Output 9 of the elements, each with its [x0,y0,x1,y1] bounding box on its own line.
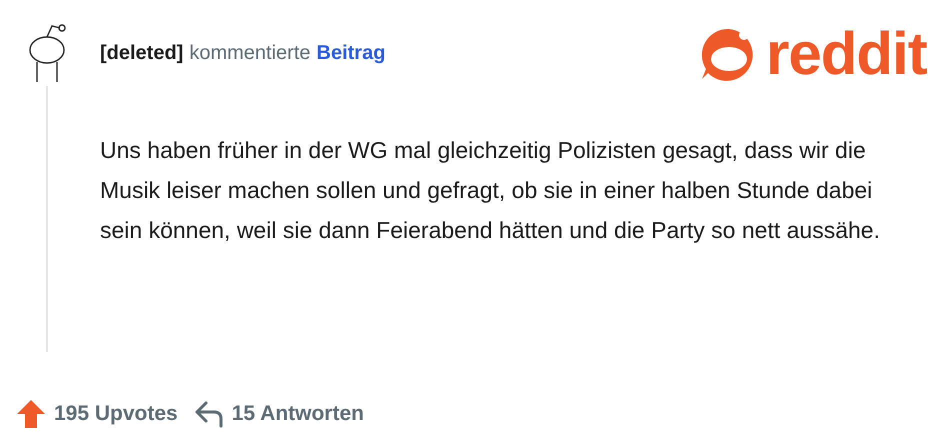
author-name[interactable]: [deleted] [100,38,184,68]
reply-icon[interactable] [194,400,224,428]
upvote-arrow-icon[interactable] [16,398,46,429]
post-link[interactable]: Beitrag [316,38,386,68]
comment-text: Uns haben früher in der WG mal gleichzeitig Polizisten gesagt, dass wir die Musik leiser machen sollen und gefragt, ob sie in einer halben Stunde dabei sein können, weil sie dann Feierabend hätten und die Party so nett aussähe. [100,136,881,245]
action-text: kommentierte [189,41,310,66]
upvote-count: 195 Upvotes [54,401,178,427]
reply-count[interactable]: 15 Antworten [232,398,364,430]
reddit-logo: reddit [698,24,927,84]
